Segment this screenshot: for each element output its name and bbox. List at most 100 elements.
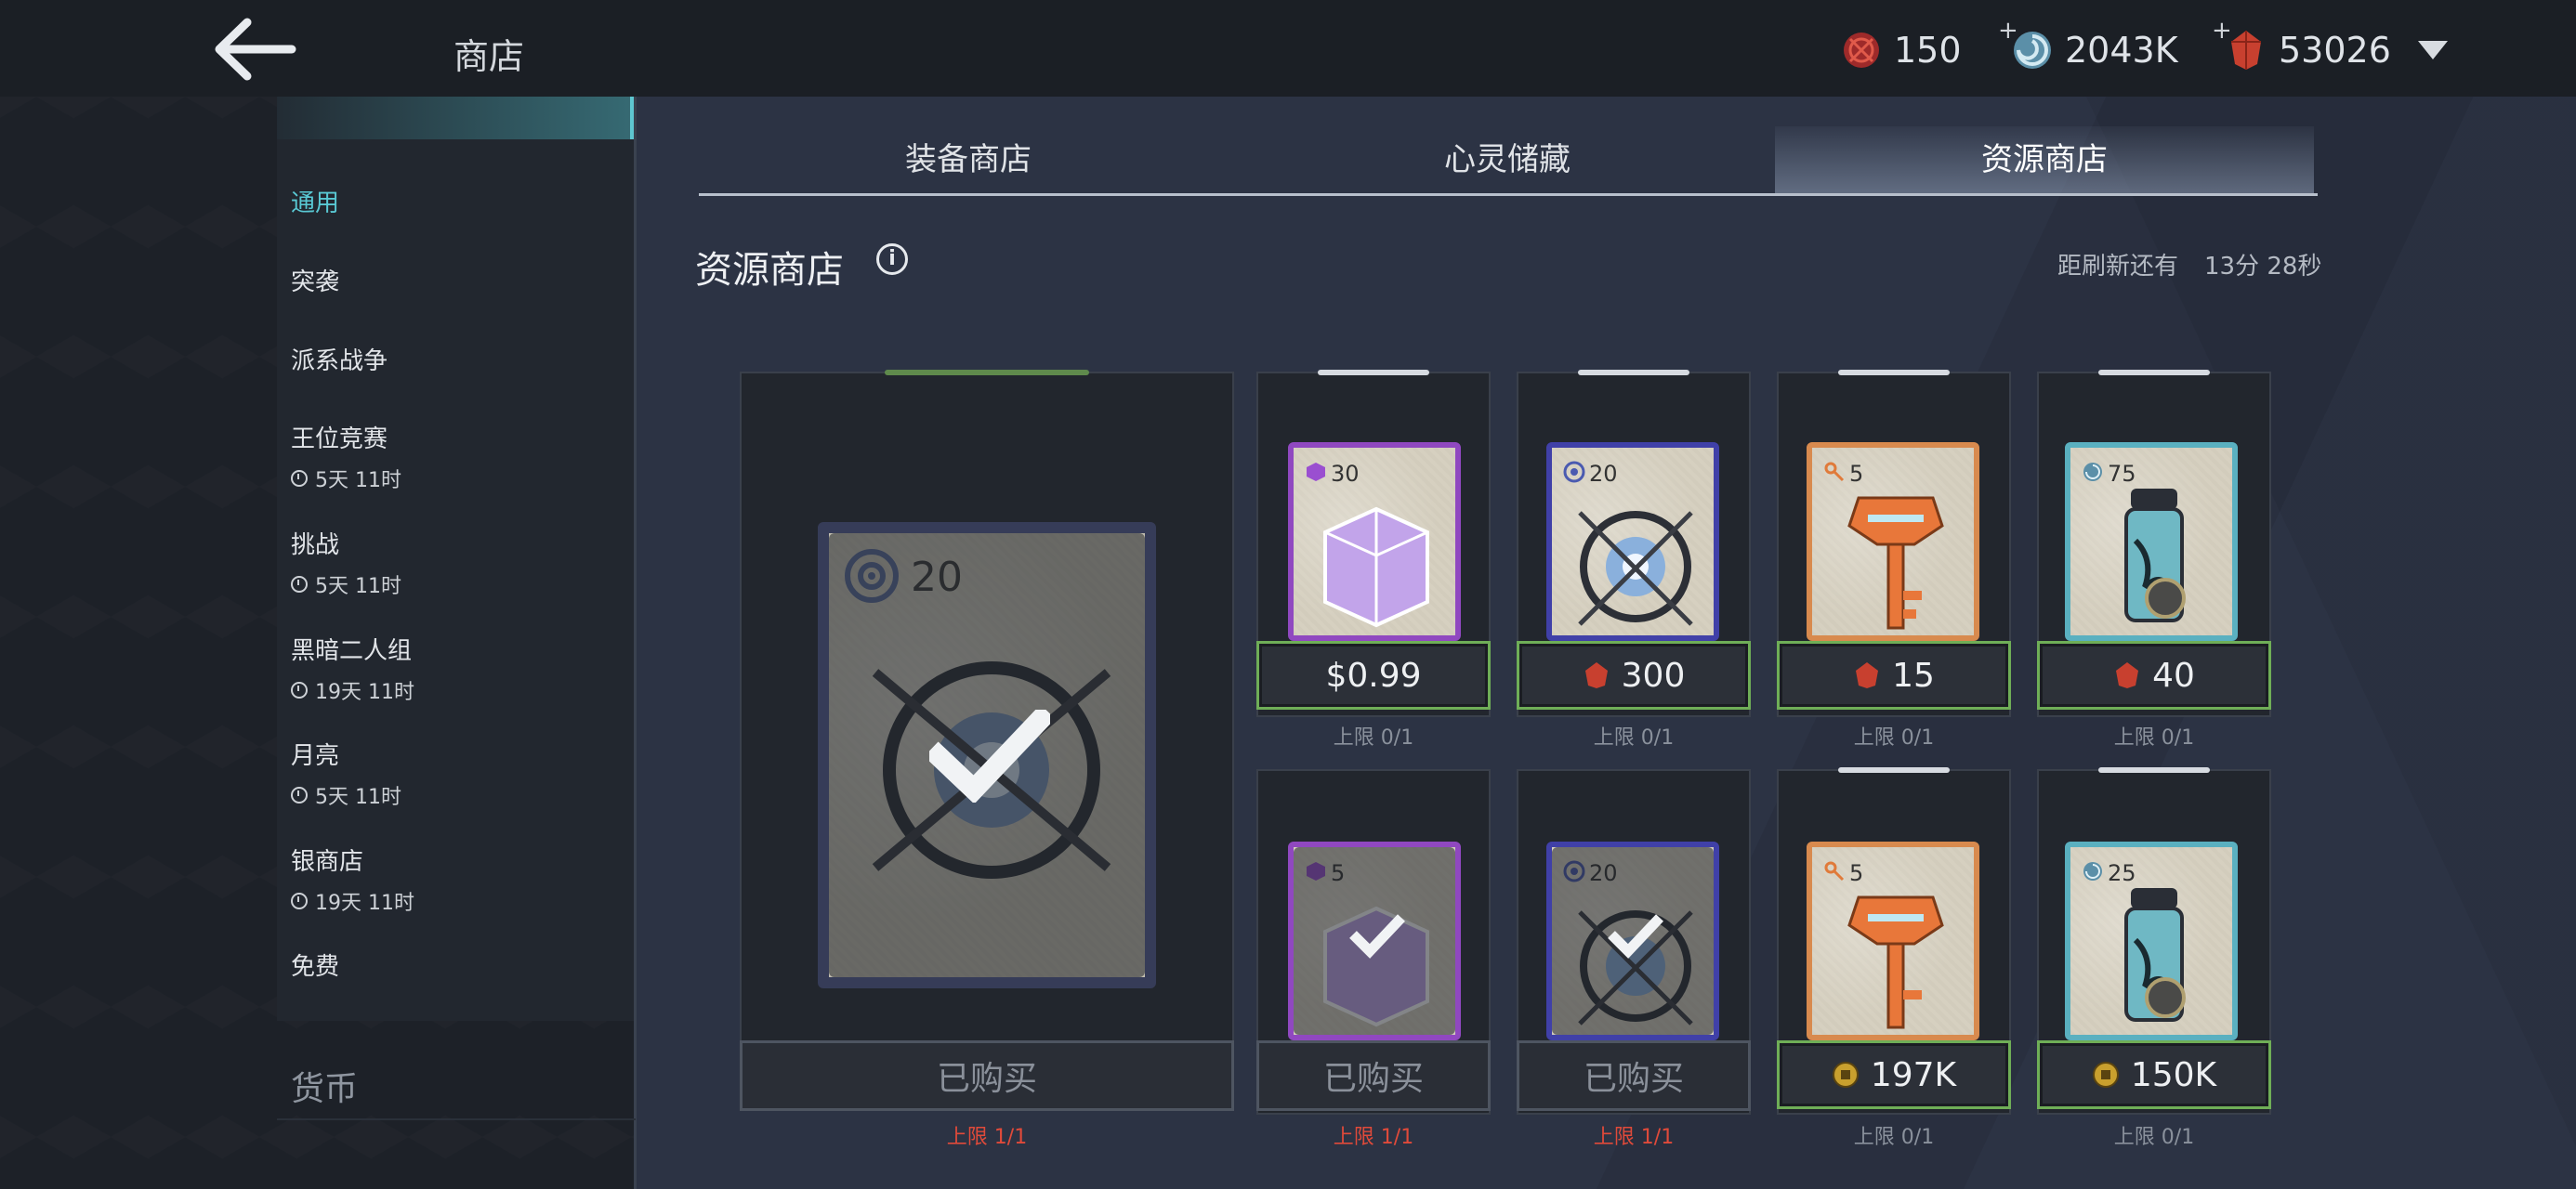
sidebar-item-label: 月亮 — [291, 742, 340, 770]
checkmark-icon — [1608, 914, 1663, 959]
purchase-limit: 上限 0/1 — [1333, 726, 1414, 750]
checkmark-icon — [1349, 914, 1405, 959]
sidebar-item-free[interactable]: 免费 — [291, 947, 339, 982]
sidebar-item-timer: 19天 11时 — [291, 675, 414, 705]
card-notch — [1838, 370, 1950, 375]
purchased-button: 已购买 — [1256, 1040, 1491, 1111]
sidebar-item-faction-war[interactable]: 派系战争 — [291, 342, 388, 376]
sidebar-item-label: 银商店 — [291, 848, 364, 876]
sidebar-currency-header[interactable]: 货币 — [291, 1062, 358, 1110]
price-label: 40 — [2152, 656, 2195, 695]
purchased-button: 已购买 — [740, 1040, 1234, 1111]
gold-coin-icon — [1832, 1062, 1859, 1088]
sidebar-item-label: 通用 — [291, 189, 340, 217]
item-quantity: 25 — [2108, 860, 2136, 886]
item-quantity: 5 — [1849, 461, 1864, 487]
purchase-limit: 上限 0/1 — [2113, 1126, 2195, 1149]
item-quantity: 75 — [2108, 461, 2136, 487]
purple-cube-icon — [1307, 463, 1325, 481]
key-icon — [1824, 861, 1845, 882]
sidebar-item-label: 免费 — [291, 953, 340, 981]
clock-icon — [291, 682, 308, 699]
sidebar-item-timer: 5天 11时 — [291, 464, 401, 493]
purchase-limit: 上限 1/1 — [1593, 1126, 1675, 1149]
sidebar-item-timer: 5天 11时 — [291, 780, 401, 810]
purchase-limit: 上限 0/1 — [1593, 726, 1675, 750]
plus-icon[interactable]: + — [1998, 17, 2018, 45]
price-label: 300 — [1621, 656, 1686, 695]
arrow-left-icon — [215, 18, 296, 81]
sidebar-active-indicator — [277, 97, 636, 139]
tab-resource-shop[interactable]: 资源商店 — [1775, 126, 2314, 193]
red-gem-icon — [2116, 662, 2139, 688]
price-button[interactable]: $0.99 — [1256, 641, 1491, 710]
back-button[interactable] — [210, 17, 299, 82]
currency-swirl[interactable]: + 2043K — [1998, 17, 2178, 76]
price-button[interactable]: 150K — [2037, 1040, 2271, 1109]
item-art: 30 — [1288, 442, 1461, 641]
card-notch — [2098, 370, 2210, 375]
item-art: 5 — [1807, 442, 1979, 641]
currency-dropdown-button[interactable] — [2414, 35, 2451, 63]
red-gem-icon — [1856, 662, 1879, 688]
currency-orb[interactable]: 150 — [1840, 24, 1962, 76]
card-notch — [1838, 767, 1950, 773]
currency-value: 150 — [1894, 30, 1962, 71]
sidebar-item-silver-shop[interactable]: 银商店 19天 11时 — [291, 843, 414, 916]
plus-icon[interactable]: + — [2212, 17, 2232, 45]
currency-value: 53026 — [2279, 30, 2391, 71]
price-button[interactable]: 300 — [1517, 641, 1751, 710]
card-notch — [1318, 370, 1429, 375]
price-button[interactable]: 197K — [1777, 1040, 2011, 1109]
info-icon[interactable]: i — [876, 243, 908, 275]
item-art: 5 — [1807, 842, 1979, 1040]
price-button[interactable]: 40 — [2037, 641, 2271, 710]
sidebar-item-label: 黑暗二人组 — [291, 637, 413, 665]
sidebar-item-timer: 19天 11时 — [291, 886, 414, 916]
sidebar-item-label: 派系战争 — [291, 347, 388, 375]
top-bar: 商店 150 + 2043K + 53026 — [0, 0, 2576, 97]
sidebar-item-label: 王位竞赛 — [291, 425, 388, 453]
section-title: 资源商店 — [695, 249, 844, 292]
sidebar-item-throne[interactable]: 王位竞赛 5天 11时 — [291, 420, 401, 493]
orange-key-icon — [1847, 496, 1944, 630]
clock-icon — [291, 893, 308, 909]
price-label: 150K — [2130, 1055, 2217, 1094]
currency-gem[interactable]: + 53026 — [2212, 17, 2391, 76]
tab-mind-storage[interactable]: 心灵储藏 — [1238, 126, 1777, 193]
blue-swirl-icon — [2083, 463, 2102, 481]
item-quantity: 20 — [1589, 461, 1618, 487]
clock-icon — [291, 470, 308, 487]
item-art: 25 — [2065, 842, 2238, 1040]
sidebar-item-label: 挑战 — [291, 531, 340, 559]
sidebar-item-dark-duo[interactable]: 黑暗二人组 19天 11时 — [291, 632, 414, 705]
item-art: 5 — [1288, 842, 1461, 1040]
refresh-label: 距刷新还有 — [2057, 253, 2179, 281]
triangle-down-icon — [2418, 41, 2448, 59]
blue-swirl-icon — [2083, 862, 2102, 881]
sidebar-item-general[interactable]: 通用 — [291, 184, 339, 218]
sidebar-section-divider — [277, 1118, 636, 1120]
compass-icon — [1563, 461, 1585, 483]
clock-icon — [291, 576, 308, 593]
potion-vial-icon — [2124, 888, 2186, 1022]
purchase-limit: 上限 0/1 — [1853, 726, 1935, 750]
sidebar-item-challenge[interactable]: 挑战 5天 11时 — [291, 526, 401, 599]
gold-coin-icon — [2092, 1062, 2119, 1088]
sidebar-item-moon[interactable]: 月亮 5天 11时 — [291, 737, 401, 810]
potion-vial-icon — [2124, 489, 2186, 622]
item-quantity: 30 — [1331, 461, 1360, 487]
tab-bar: 装备商店 心灵储藏 资源商店 — [699, 126, 2318, 197]
red-gem-icon — [1584, 662, 1608, 688]
tab-equipment-shop[interactable]: 装备商店 — [699, 126, 1238, 193]
item-art: 75 — [2065, 442, 2238, 641]
item-art: 20 — [1546, 842, 1719, 1040]
key-icon — [1824, 462, 1845, 482]
purchased-button: 已购买 — [1517, 1040, 1751, 1111]
price-button[interactable]: 15 — [1777, 641, 2011, 710]
red-orb-icon — [1840, 29, 1883, 72]
sidebar-item-raid[interactable]: 突袭 — [291, 263, 339, 297]
sidebar-item-timer: 5天 11时 — [291, 569, 401, 599]
item-quantity: 5 — [1849, 860, 1864, 886]
orange-key-icon — [1847, 895, 1944, 1029]
